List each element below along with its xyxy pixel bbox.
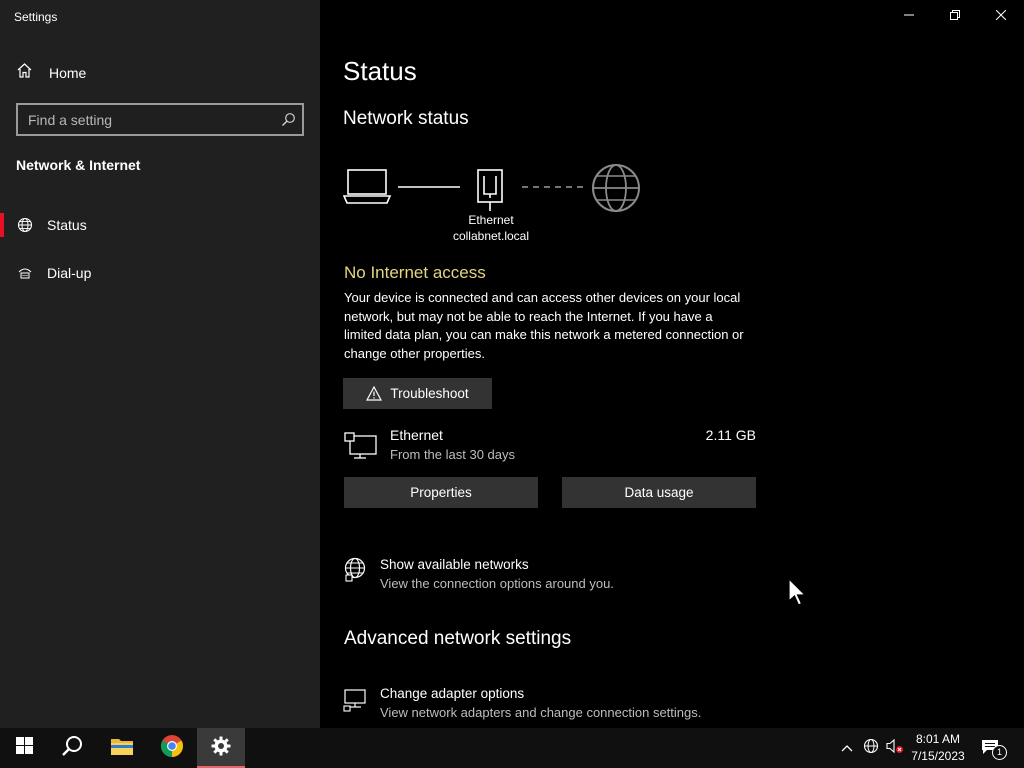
ethernet-usage-amount: 2.11 GB <box>705 427 756 443</box>
show-networks-subtitle: View the connection options around you. <box>380 576 614 591</box>
change-adapter-options-link[interactable]: Change adapter options View network adap… <box>343 686 723 722</box>
troubleshoot-button[interactable]: Troubleshoot <box>343 378 492 409</box>
home-nav-item[interactable]: Home <box>16 62 86 84</box>
taskbar-file-explorer[interactable] <box>98 728 146 768</box>
home-label: Home <box>49 65 87 81</box>
status-description: Your device is connected and can access … <box>344 290 744 361</box>
search-input[interactable] <box>18 105 278 134</box>
globe-network-icon <box>343 557 367 588</box>
find-setting-search[interactable] <box>16 103 304 136</box>
network-tray-button[interactable] <box>860 728 882 768</box>
chevron-up-icon <box>841 739 853 757</box>
taskbar: 8:01 AM 7/15/2023 1 <box>0 728 1024 768</box>
notification-icon: 1 <box>981 738 1007 760</box>
change-adapter-subtitle: View network adapters and change connect… <box>380 705 702 720</box>
dialup-icon <box>16 264 34 282</box>
globe-network-icon <box>16 216 34 234</box>
file-explorer-icon <box>110 736 134 761</box>
ethernet-icon <box>477 169 503 211</box>
internet-globe-icon <box>592 164 640 212</box>
settings-sidebar: Settings Home Network & Internet Status … <box>0 0 320 728</box>
start-button[interactable] <box>0 728 48 768</box>
taskbar-settings[interactable] <box>197 728 245 768</box>
clock-date: 7/15/2023 <box>911 749 965 763</box>
adapter-name-label: Ethernet <box>468 213 514 227</box>
action-center-button[interactable]: 1 <box>980 728 1007 768</box>
search-icon <box>61 735 83 762</box>
change-adapter-title: Change adapter options <box>380 686 525 701</box>
network-adapter-icon <box>343 688 369 717</box>
network-diagram-graphic <box>342 164 640 212</box>
data-usage-button[interactable]: Data usage <box>562 477 756 508</box>
network-globe-icon <box>863 738 879 759</box>
properties-button[interactable]: Properties <box>344 477 538 508</box>
home-icon <box>16 62 33 84</box>
clock-time: 8:01 AM <box>915 732 961 746</box>
ethernet-adapter-icon <box>344 432 378 465</box>
taskbar-search-button[interactable] <box>48 728 96 768</box>
warning-icon <box>366 386 383 401</box>
network-name-label: collabnet.local <box>452 229 530 243</box>
notification-count: 1 <box>992 745 1007 760</box>
sidebar-item-status[interactable]: Status <box>0 207 320 243</box>
ethernet-name: Ethernet <box>390 427 443 443</box>
start-icon <box>15 737 33 759</box>
network-status-heading: Network status <box>343 108 469 129</box>
show-hidden-icons-button[interactable] <box>836 728 858 768</box>
sidebar-item-label: Status <box>47 217 87 233</box>
ethernet-usage-period: From the last 30 days <box>390 447 515 462</box>
settings-gear-icon <box>211 736 231 761</box>
laptop-icon <box>342 169 392 204</box>
mouse-cursor-icon <box>788 577 808 613</box>
troubleshoot-label: Troubleshoot <box>390 386 469 401</box>
show-networks-title: Show available networks <box>380 557 529 572</box>
sidebar-item-dialup[interactable]: Dial-up <box>0 255 320 291</box>
chrome-icon <box>160 734 184 763</box>
show-available-networks-link[interactable]: Show available networks View the connect… <box>343 557 663 593</box>
section-title: Network & Internet <box>16 157 141 173</box>
connection-status-heading: No Internet access <box>344 263 486 282</box>
sidebar-item-label: Dial-up <box>47 265 92 281</box>
taskbar-chrome[interactable] <box>148 728 196 768</box>
taskbar-clock[interactable]: 8:01 AM 7/15/2023 <box>900 731 976 765</box>
advanced-settings-heading: Advanced network settings <box>344 628 572 649</box>
status-page: Status Network status Ethernet collabnet… <box>320 0 1024 728</box>
window-title: Settings <box>14 10 58 24</box>
page-title: Status <box>343 56 417 86</box>
search-icon[interactable] <box>281 112 296 132</box>
